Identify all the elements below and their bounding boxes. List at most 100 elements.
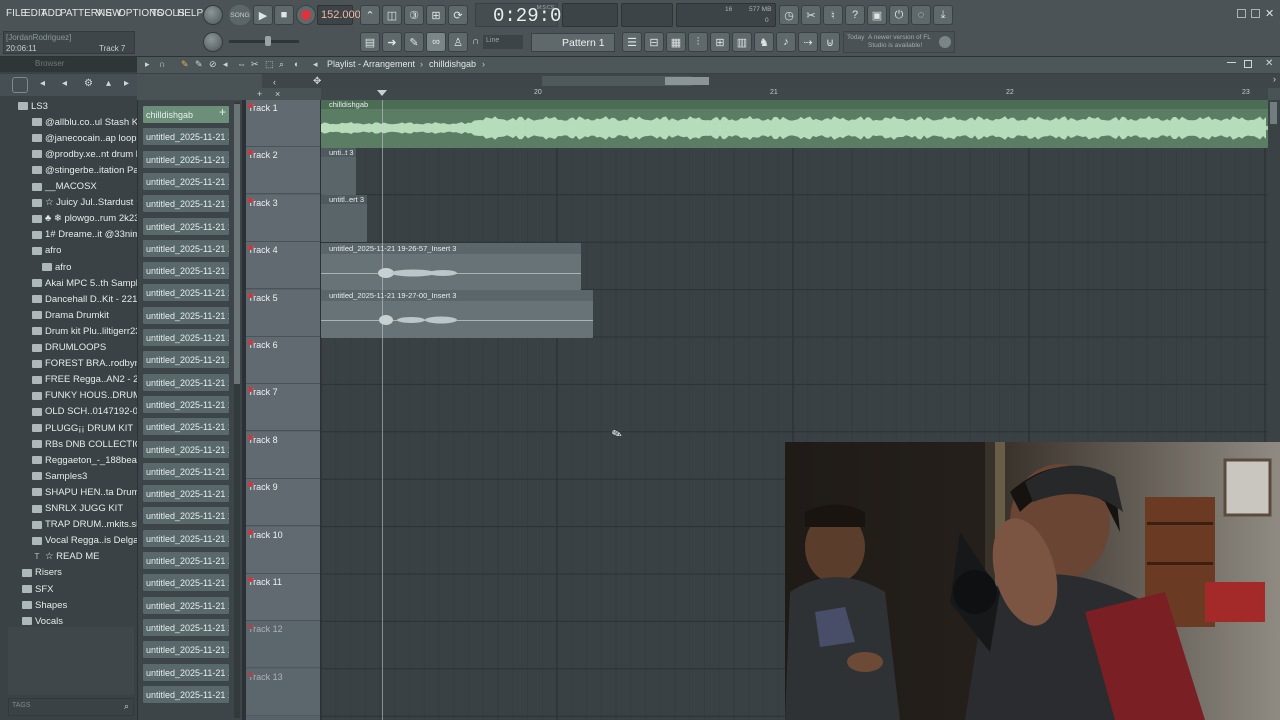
plugin-button[interactable]: ⏻ (889, 5, 909, 25)
channel-item[interactable]: untitled_2025-11-21 19- (142, 171, 230, 191)
menu-help[interactable]: HELP (177, 8, 203, 19)
tempo-display[interactable]: 152.000 (317, 5, 361, 25)
add-track-icon[interactable]: + (257, 89, 262, 99)
playlist-close-icon[interactable]: ✕ (1265, 58, 1273, 69)
channel-item[interactable]: untitled_2025-11-21 19- (142, 328, 230, 347)
track-header[interactable]: Track 9 (246, 479, 320, 527)
master-pitch-slider[interactable] (229, 36, 299, 46)
step-edit-button[interactable]: ⊞ (426, 5, 446, 25)
browser-item[interactable]: ☆ Juicy Jul..Stardust ☆ (0, 195, 137, 211)
stamp-button[interactable]: ♙ (448, 32, 468, 52)
browser-item[interactable]: LS3 (0, 98, 137, 114)
channel-item[interactable]: untitled_2025-11-21 19- (142, 216, 230, 236)
pattern-selector[interactable]: Pattern 1 (531, 33, 615, 52)
play-button[interactable]: ▶ (253, 5, 273, 25)
timeline-ruler[interactable]: 20 21 22 23 (321, 88, 1268, 100)
track-mute-led[interactable] (248, 529, 253, 535)
view-playlist-button[interactable]: ☰ (622, 32, 642, 52)
browser-item[interactable]: PLUGG¡¡ DRUM KIT (0, 420, 137, 436)
browser-item[interactable]: Samples3 (0, 468, 137, 484)
playhead-marker[interactable] (377, 90, 387, 96)
master-volume-knob[interactable] (203, 5, 223, 25)
playlist-maximize-button[interactable] (1244, 60, 1252, 68)
countdown-button[interactable]: ③ (404, 5, 424, 25)
scroll-left-icon[interactable]: ‹ (273, 77, 276, 87)
browser-item[interactable]: RBs DNB COLLECTION (0, 436, 137, 452)
channel-item[interactable]: untitled_2025-11-21 19- (142, 238, 230, 258)
channel-item[interactable]: untitled_2025-11-21 19- (142, 149, 230, 169)
clip-track2[interactable]: unti..t 3 (321, 148, 356, 195)
browser-item[interactable]: Drum kit Plu..liltigerr23 (0, 323, 137, 339)
song-mode-toggle[interactable]: SONG (229, 5, 251, 25)
channel-item[interactable]: untitled_2025-11-21 19- (142, 617, 230, 637)
tags-bar[interactable]: TAGS ⌕ (8, 698, 134, 716)
track-header[interactable]: Track 11 (246, 574, 320, 621)
track-header[interactable]: Track 13 (246, 668, 320, 716)
track-mute-led[interactable] (248, 577, 253, 582)
browser-item[interactable]: Dancehall D..Kit - 2211 (0, 291, 137, 307)
menu-add[interactable]: ADD (41, 8, 62, 19)
tempo-button[interactable]: ♪ (776, 32, 796, 52)
browser-item[interactable]: T ☆ READ ME (0, 549, 137, 565)
track-mute-led[interactable] (248, 434, 253, 440)
browser-item[interactable]: Shapes (0, 597, 137, 613)
channel-item[interactable]: untitled_2025-11-21 19- (142, 394, 230, 414)
render-button[interactable]: ⇢ (798, 32, 818, 52)
channel-item[interactable]: untitled_2025-11-21 19- (142, 640, 230, 660)
tempo-tapper-button[interactable]: ◷ (779, 5, 799, 25)
channel-item[interactable]: untitled_2025-11-21 19- (142, 417, 230, 437)
h-zoom-icon[interactable]: ✥ (313, 76, 321, 87)
view-browser-button[interactable]: ▥ (732, 32, 752, 52)
browser-menu-button[interactable] (12, 77, 28, 93)
help-button[interactable]: ? (845, 5, 865, 25)
channel-item[interactable]: untitled_2025-11-21 19- (142, 439, 230, 459)
view-pianoroll-button[interactable]: ⊟ (644, 32, 664, 52)
mic-button[interactable]: ♮ (823, 5, 843, 25)
channel-item[interactable]: untitled_2025-11-21 19- (142, 305, 230, 325)
browser-item[interactable]: DRUMLOOPS (0, 340, 137, 356)
zoom-icon[interactable]: ⌕ (279, 59, 284, 70)
channel-item[interactable]: untitled_2025-11-21 19- (142, 551, 230, 570)
browser-item[interactable]: OLD SCH..0147192-001 (0, 404, 137, 420)
news-panel[interactable]: Today A newer version of FL Studio is av… (843, 31, 955, 53)
track-header[interactable]: Track 3 (246, 194, 320, 242)
track-header[interactable]: Track 6 (246, 337, 320, 384)
refresh-icon[interactable]: ⚙ (84, 78, 93, 89)
snap-select[interactable]: Line (483, 35, 523, 49)
draw-tool-button[interactable]: ✎ (404, 32, 424, 52)
channel-item[interactable]: untitled_2025-11-21 19- (142, 283, 230, 303)
nav-back-icon[interactable]: ◂ (313, 59, 318, 70)
clip-track5[interactable]: untitled_2025-11-21 19-27-00_Insert 3 (321, 290, 593, 338)
cut-button[interactable]: ✂ (801, 5, 821, 25)
mute-icon[interactable]: ◂ (223, 59, 228, 70)
arrow-button[interactable]: ➜ (382, 32, 402, 52)
up-icon[interactable]: ▴ (106, 78, 111, 89)
view-mixer-button[interactable]: ⫶ (688, 32, 708, 52)
channel-item[interactable]: untitled_2025-11-21 19- (142, 372, 230, 392)
browser-item[interactable]: Risers (0, 565, 137, 581)
channel-item[interactable]: untitled_2025-11-21 19- (142, 684, 230, 704)
channel-item[interactable]: untitled_2025-11-21 19- (142, 194, 230, 214)
search-icon[interactable]: ⌕ (124, 701, 129, 712)
link-button[interactable]: ∞ (426, 32, 446, 52)
browser-item[interactable]: 1# Dreame..it @33nimb (0, 227, 137, 243)
channel-item[interactable]: untitled_2025-11-21 19- (142, 461, 230, 481)
minimize-button[interactable] (1237, 9, 1246, 18)
browser-item[interactable]: SNRLX JUGG KIT (0, 501, 137, 517)
browser-item[interactable]: FUNKY HOUS..DRUM KIT (0, 388, 137, 404)
stop-button[interactable]: ■ (274, 5, 294, 25)
paint-icon[interactable]: ✎ (195, 59, 203, 70)
close-icon[interactable]: ✕ (1265, 7, 1274, 20)
pitch-slider-handle[interactable] (265, 36, 271, 46)
overview-thumb[interactable] (665, 77, 709, 85)
track-header[interactable]: Track 1 (246, 100, 320, 147)
browser-item[interactable]: FREE Regga..AN2 - 2211 (0, 372, 137, 388)
channel-item[interactable]: untitled_2025-11-21 19- (142, 127, 230, 147)
browser-item[interactable]: FOREST BRA..rodbymed] (0, 356, 137, 372)
browser-item[interactable]: ♣ ❄ plowgo..rum 2k23 (0, 211, 137, 227)
download-button[interactable]: ⤓ (933, 5, 953, 25)
browser-item[interactable]: Akai MPC 5..th Samples (0, 275, 137, 291)
overview-scrollbar[interactable]: › (262, 74, 1280, 88)
clip-track3[interactable]: untitl..ert 3 (321, 195, 367, 242)
browser-item[interactable]: @stingerbe..itation Pack (0, 162, 137, 178)
